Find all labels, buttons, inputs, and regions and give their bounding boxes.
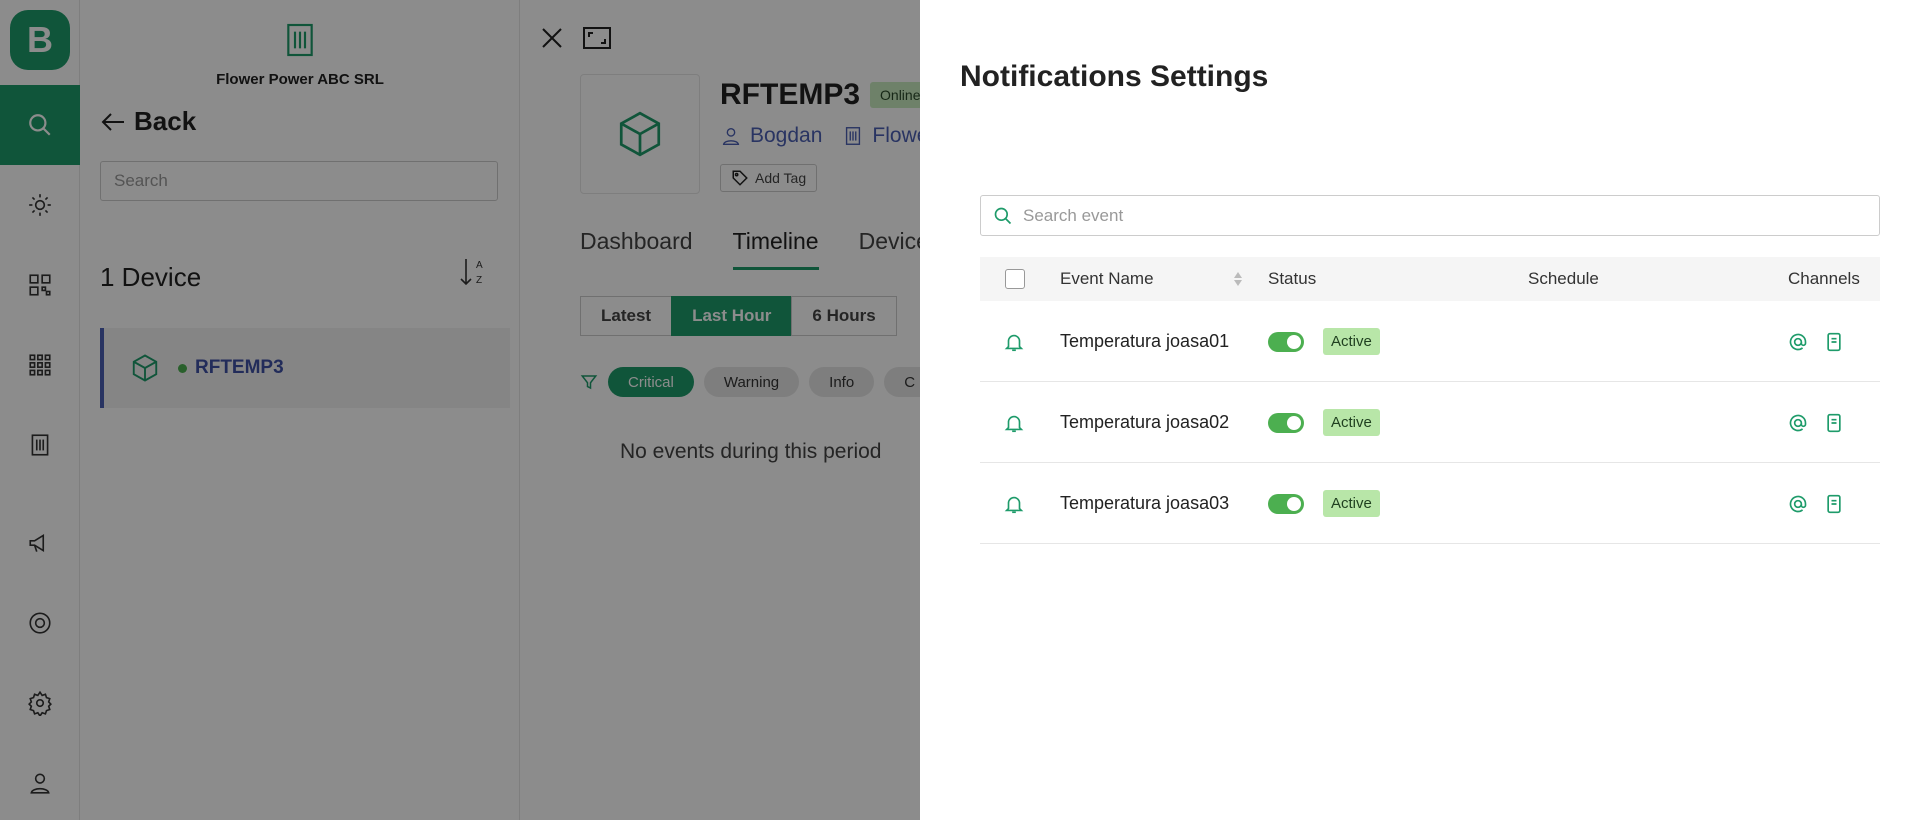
- bell-icon: [1003, 382, 1025, 463]
- col-event-name[interactable]: Event Name: [1060, 257, 1154, 301]
- sort-icon: [1234, 272, 1242, 286]
- status-badge: Active: [1323, 301, 1380, 382]
- event-name: Temperatura joasa01: [1060, 331, 1230, 351]
- sms-icon[interactable]: [1825, 463, 1843, 544]
- event-name: Temperatura joasa02: [1060, 412, 1230, 432]
- event-search-input[interactable]: [1023, 205, 1843, 226]
- col-status: Status: [1268, 269, 1317, 288]
- table-row[interactable]: Temperatura joasa03 Active: [980, 463, 1880, 544]
- email-icon[interactable]: [1788, 301, 1808, 382]
- sms-icon[interactable]: [1825, 382, 1843, 463]
- notifications-drawer: Notifications Settings Event Name Status…: [920, 0, 1920, 820]
- event-name: Temperatura joasa03: [1060, 493, 1230, 513]
- status-toggle[interactable]: [1268, 301, 1304, 382]
- status-toggle[interactable]: [1268, 382, 1304, 463]
- email-icon[interactable]: [1788, 382, 1808, 463]
- bell-icon: [1003, 301, 1025, 382]
- modal-backdrop[interactable]: [0, 0, 920, 820]
- table-header: Event Name Status Schedule Channels: [980, 257, 1880, 301]
- col-channels: Channels: [1788, 269, 1860, 288]
- status-toggle[interactable]: [1268, 463, 1304, 544]
- col-schedule: Schedule: [1528, 269, 1599, 288]
- sort-icon[interactable]: [1233, 257, 1243, 301]
- table-row[interactable]: Temperatura joasa02 Active: [980, 382, 1880, 463]
- sms-icon[interactable]: [1825, 301, 1843, 382]
- status-badge: Active: [1323, 382, 1380, 463]
- bell-icon: [1003, 463, 1025, 544]
- email-icon[interactable]: [1788, 463, 1808, 544]
- table-row[interactable]: Temperatura joasa01 Active: [980, 301, 1880, 382]
- drawer-title: Notifications Settings: [960, 60, 1269, 93]
- select-all-checkbox[interactable]: [1005, 257, 1025, 301]
- event-search: [980, 195, 1880, 236]
- status-badge: Active: [1323, 463, 1380, 544]
- search-icon: [994, 207, 1012, 224]
